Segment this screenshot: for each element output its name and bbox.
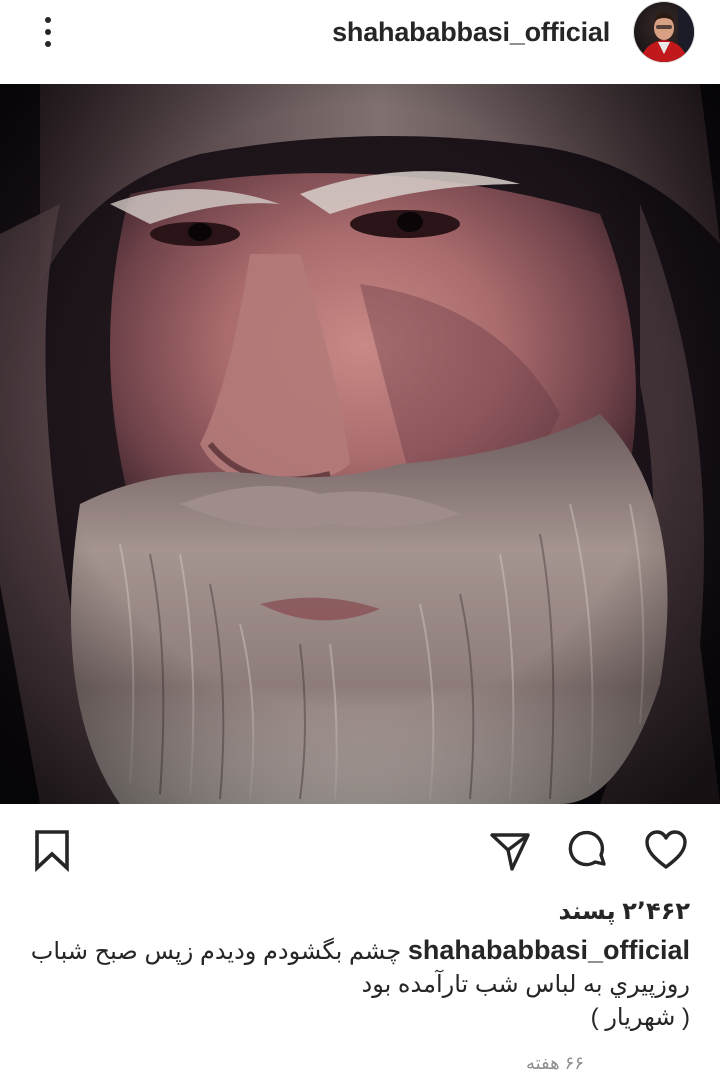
post-action-bar (0, 804, 720, 896)
post-caption: shahababbasi_official چشم بگشودم وديدم ز… (10, 934, 690, 1034)
heart-icon[interactable] (644, 828, 688, 872)
post-timestamp: ۶۶ هفته (525, 1053, 584, 1073)
comment-icon[interactable] (566, 828, 610, 872)
bookmark-icon[interactable] (30, 828, 74, 872)
caption-line-3: ( شهريار ) (590, 1004, 690, 1031)
more-dot (45, 29, 51, 35)
post-photo[interactable] (0, 84, 720, 804)
more-options-icon[interactable] (34, 12, 62, 52)
caption-line-2: روزپيري به لباس شب تارآمده بود (361, 971, 691, 998)
more-dot (45, 41, 51, 47)
likes-count[interactable]: ۲٬۴۶۲ پسند (559, 896, 690, 928)
post-header: shahababbasi_official (0, 0, 720, 84)
share-icon[interactable] (488, 828, 532, 872)
more-dot (45, 17, 51, 23)
caption-text-1: چشم بگشودم وديدم زپس صبح شباب (30, 938, 402, 965)
post-author-username[interactable]: shahababbasi_official (332, 16, 610, 48)
caption-line-1: shahababbasi_official چشم بگشودم وديدم ز… (10, 934, 690, 968)
author-avatar[interactable] (634, 2, 694, 62)
caption-username[interactable]: shahababbasi_official (408, 935, 690, 965)
